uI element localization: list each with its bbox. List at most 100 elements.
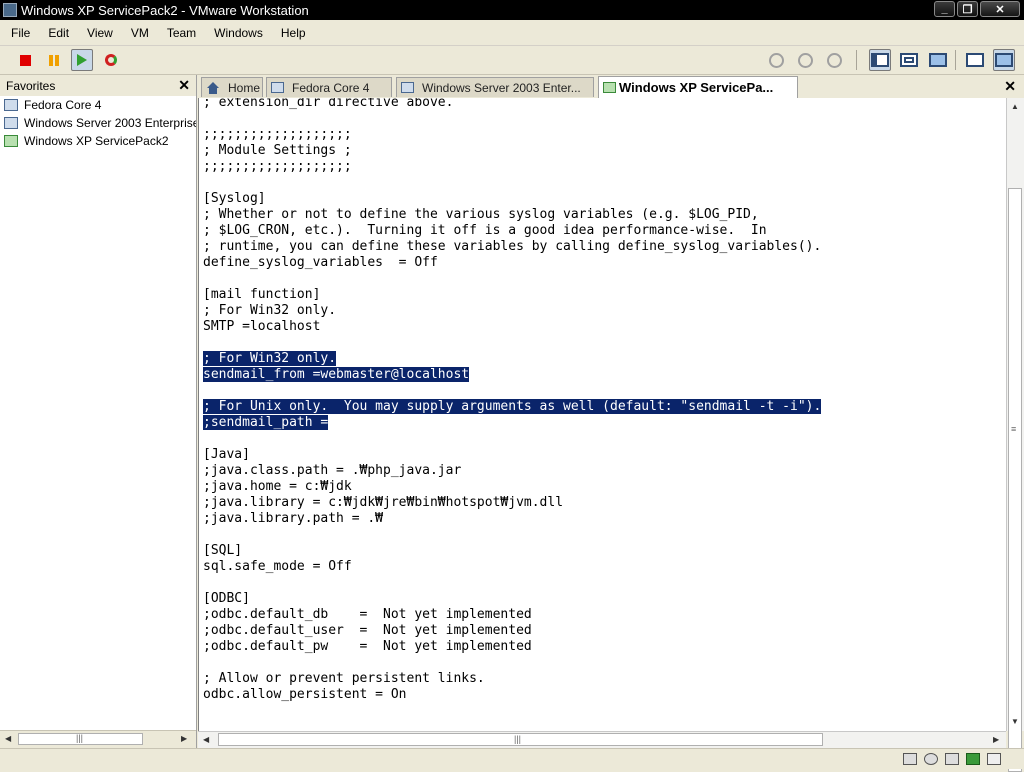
console-line: ; For Win32 only. (203, 303, 821, 319)
restore-button[interactable]: ❐ (957, 1, 978, 17)
home-icon (206, 81, 220, 94)
cdrom-icon[interactable] (924, 753, 938, 765)
power-on-button[interactable] (71, 49, 93, 71)
status-bar (0, 748, 1024, 769)
scroll-down-icon[interactable]: ▼ (1011, 717, 1019, 726)
grip-icon: ||| (514, 734, 522, 744)
console-line: ;odbc.default_db = Not yet implemented (203, 607, 821, 623)
scroll-right-icon[interactable]: ▶ (993, 735, 999, 744)
sound-icon[interactable] (987, 753, 1001, 765)
console-line: ;java.class.path = .₩php_java.jar (203, 463, 821, 479)
console-line-text: sql.safe_mode = Off (203, 559, 352, 574)
show-favorites-button[interactable] (869, 49, 891, 71)
console-view-button[interactable] (993, 49, 1015, 71)
console-line-text: ; For Win32 only. (203, 351, 337, 366)
snapshot-take-button[interactable] (765, 49, 787, 71)
tab-windows-server-2003[interactable]: Windows Server 2003 Enter... (396, 77, 594, 97)
console-line: ;sendmail_path = (203, 415, 821, 431)
console-line-text: ;;;;;;;;;;;;;;;;;;; (203, 159, 352, 174)
network-icon[interactable] (966, 753, 980, 765)
floppy-icon[interactable] (903, 753, 917, 765)
tab-home[interactable]: Home (201, 77, 263, 97)
menu-edit[interactable]: Edit (37, 26, 76, 40)
suspend-button[interactable] (43, 49, 65, 71)
console-view-icon (995, 53, 1013, 67)
snapshot-revert-button[interactable] (794, 49, 816, 71)
console-text: ; extension_dir directive above.;;;;;;;;… (203, 98, 822, 719)
console-line-text: ;java.library = c:₩jdk₩jre₩bin₩hotspot₩j… (203, 495, 564, 510)
menu-vm[interactable]: VM (120, 26, 156, 40)
window-title: Windows XP ServicePack2 - VMware Worksta… (21, 2, 309, 18)
console-line-text: ; $LOG_CRON, etc.). Turning it off is a … (203, 223, 767, 238)
scroll-up-icon[interactable]: ▲ (1011, 102, 1019, 111)
console-line-text: SMTP =localhost (203, 319, 321, 334)
console-line-text: sendmail_from =webmaster@localhost (203, 367, 470, 382)
suspend-icon (49, 54, 59, 66)
title-bar[interactable]: Windows XP ServicePack2 - VMware Worksta… (0, 0, 1024, 20)
menu-file[interactable]: File (0, 26, 37, 40)
console-line: ;odbc.default_user = Not yet implemented (203, 623, 821, 639)
console-line-text: ;java.library.path = .₩ (203, 511, 384, 526)
tab-windows-xp-sp2[interactable]: Windows XP ServicePa... (598, 76, 798, 98)
minimize-button[interactable]: _ (934, 1, 955, 17)
power-off-icon (19, 54, 31, 66)
close-tab-icon[interactable]: ✕ (1004, 78, 1016, 95)
hard-disk-icon[interactable] (945, 753, 959, 765)
summary-view-button[interactable] (964, 49, 986, 71)
scroll-right-icon[interactable]: ▶ (181, 734, 187, 743)
toolbar (0, 46, 1024, 75)
vm-icon (271, 82, 284, 93)
menu-windows[interactable]: Windows (203, 26, 270, 40)
console-line: ;java.library = c:₩jdk₩jre₩bin₩hotspot₩j… (203, 495, 821, 511)
console-line-text: ;odbc.default_user = Not yet implemented (203, 623, 532, 638)
console-line-text: ; Whether or not to define the various s… (203, 207, 759, 222)
quick-switch-button[interactable] (898, 49, 920, 71)
favorites-title: Favorites (6, 78, 56, 93)
snapshot-manager-button[interactable] (823, 49, 845, 71)
show-favorites-icon (871, 53, 889, 67)
console-line-text: [ODBC] (203, 591, 250, 606)
tab-label: Fedora Core 4 (292, 80, 370, 95)
scroll-left-icon[interactable]: ◀ (203, 735, 209, 744)
console-line: [ODBC] (203, 591, 821, 607)
tab-label: Windows Server 2003 Enter... (422, 80, 581, 95)
console-line-text: define_syslog_variables = Off (203, 255, 438, 270)
favorite-label: Fedora Core 4 (24, 98, 102, 112)
menu-view[interactable]: View (76, 26, 120, 40)
console-line-text: ; For Win32 only. (203, 303, 337, 318)
power-off-button[interactable] (14, 49, 36, 71)
console-line-text: odbc.allow_persistent = On (203, 687, 407, 702)
console-line: ;;;;;;;;;;;;;;;;;;; (203, 127, 821, 143)
console-line: [SQL] (203, 543, 821, 559)
console-line-text: ; Allow or prevent persistent links. (203, 671, 485, 686)
menu-team[interactable]: Team (156, 26, 203, 40)
favorite-item[interactable]: Windows Server 2003 Enterprise (0, 114, 196, 132)
snapshot-manager-icon (826, 52, 842, 68)
vmware-app-icon[interactable] (3, 3, 17, 17)
console-line: ; For Unix only. You may supply argument… (203, 399, 822, 415)
toolbar-separator (955, 50, 956, 70)
favorites-horizontal-scrollbar[interactable]: ◀ ||| ▶ (0, 730, 196, 748)
console-line-text: [Syslog] (203, 191, 266, 206)
favorite-label: Windows Server 2003 Enterprise (24, 116, 196, 130)
console-horizontal-scrollbar[interactable]: ◀ ||| ▶ (198, 731, 1006, 748)
close-button[interactable]: ✕ (980, 1, 1020, 17)
vm-console[interactable]: ; extension_dir directive above.;;;;;;;;… (198, 98, 1007, 731)
scroll-left-icon[interactable]: ◀ (5, 734, 11, 743)
menu-help[interactable]: Help (270, 26, 313, 40)
favorite-item[interactable]: Windows XP ServicePack2 (0, 132, 196, 150)
tab-fedora-core-4[interactable]: Fedora Core 4 (266, 77, 392, 97)
console-line-text: ;;;;;;;;;;;;;;;;;;; (203, 127, 352, 142)
console-line-text: ;java.class.path = .₩php_java.jar (203, 463, 462, 478)
full-screen-button[interactable] (927, 49, 949, 71)
tab-label: Home (228, 80, 261, 95)
scrollbar-thumb[interactable] (1008, 188, 1022, 772)
console-vertical-scrollbar[interactable]: ▲ ≡ ▼ (1006, 98, 1024, 772)
favorites-close-icon[interactable]: ✕ (178, 77, 190, 94)
favorite-item[interactable]: Fedora Core 4 (0, 96, 196, 114)
reset-button[interactable] (100, 49, 122, 71)
